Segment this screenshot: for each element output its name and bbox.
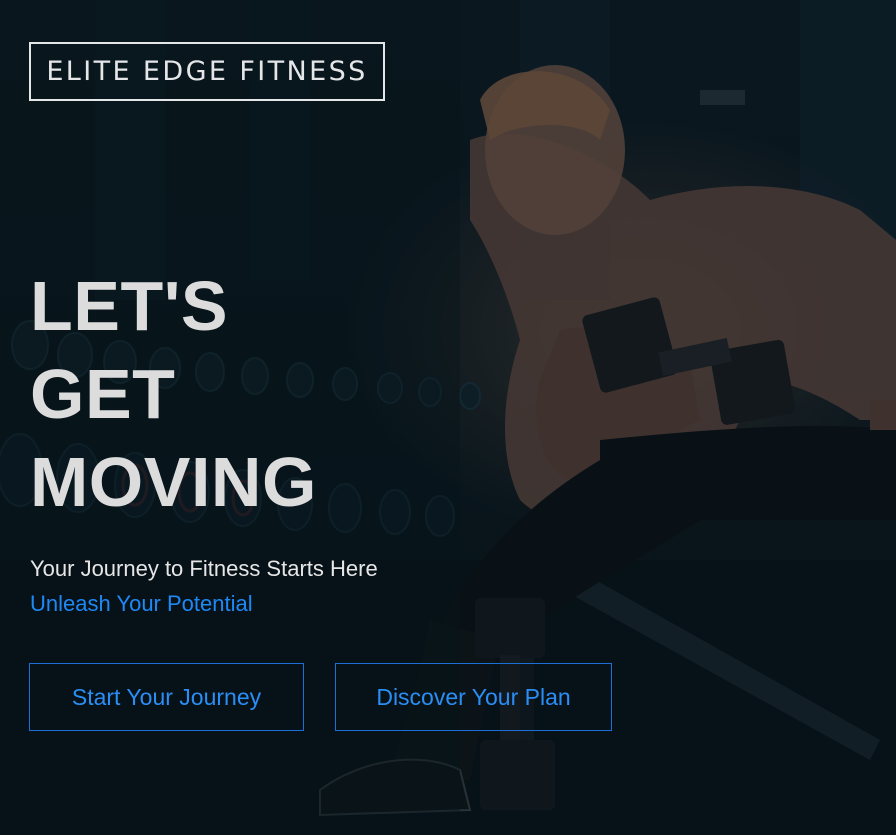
discover-your-plan-button[interactable]: Discover Your Plan: [335, 663, 612, 731]
hero-tagline: Unleash Your Potential: [30, 591, 253, 616]
start-your-journey-button[interactable]: Start Your Journey: [29, 663, 304, 731]
hero-section: ELITE EDGE FITNESS LET'S GET MOVING Your…: [0, 0, 896, 835]
headline-line: GET: [30, 355, 176, 433]
hero-subtitle: Your Journey to Fitness Starts Here: [30, 556, 378, 581]
hero-headline: LET'S GET MOVING: [30, 262, 317, 526]
brand-logo[interactable]: ELITE EDGE FITNESS: [29, 42, 385, 101]
headline-line: MOVING: [30, 443, 317, 521]
headline-line: LET'S: [30, 267, 229, 345]
brand-logo-text: ELITE EDGE FITNESS: [46, 56, 368, 87]
